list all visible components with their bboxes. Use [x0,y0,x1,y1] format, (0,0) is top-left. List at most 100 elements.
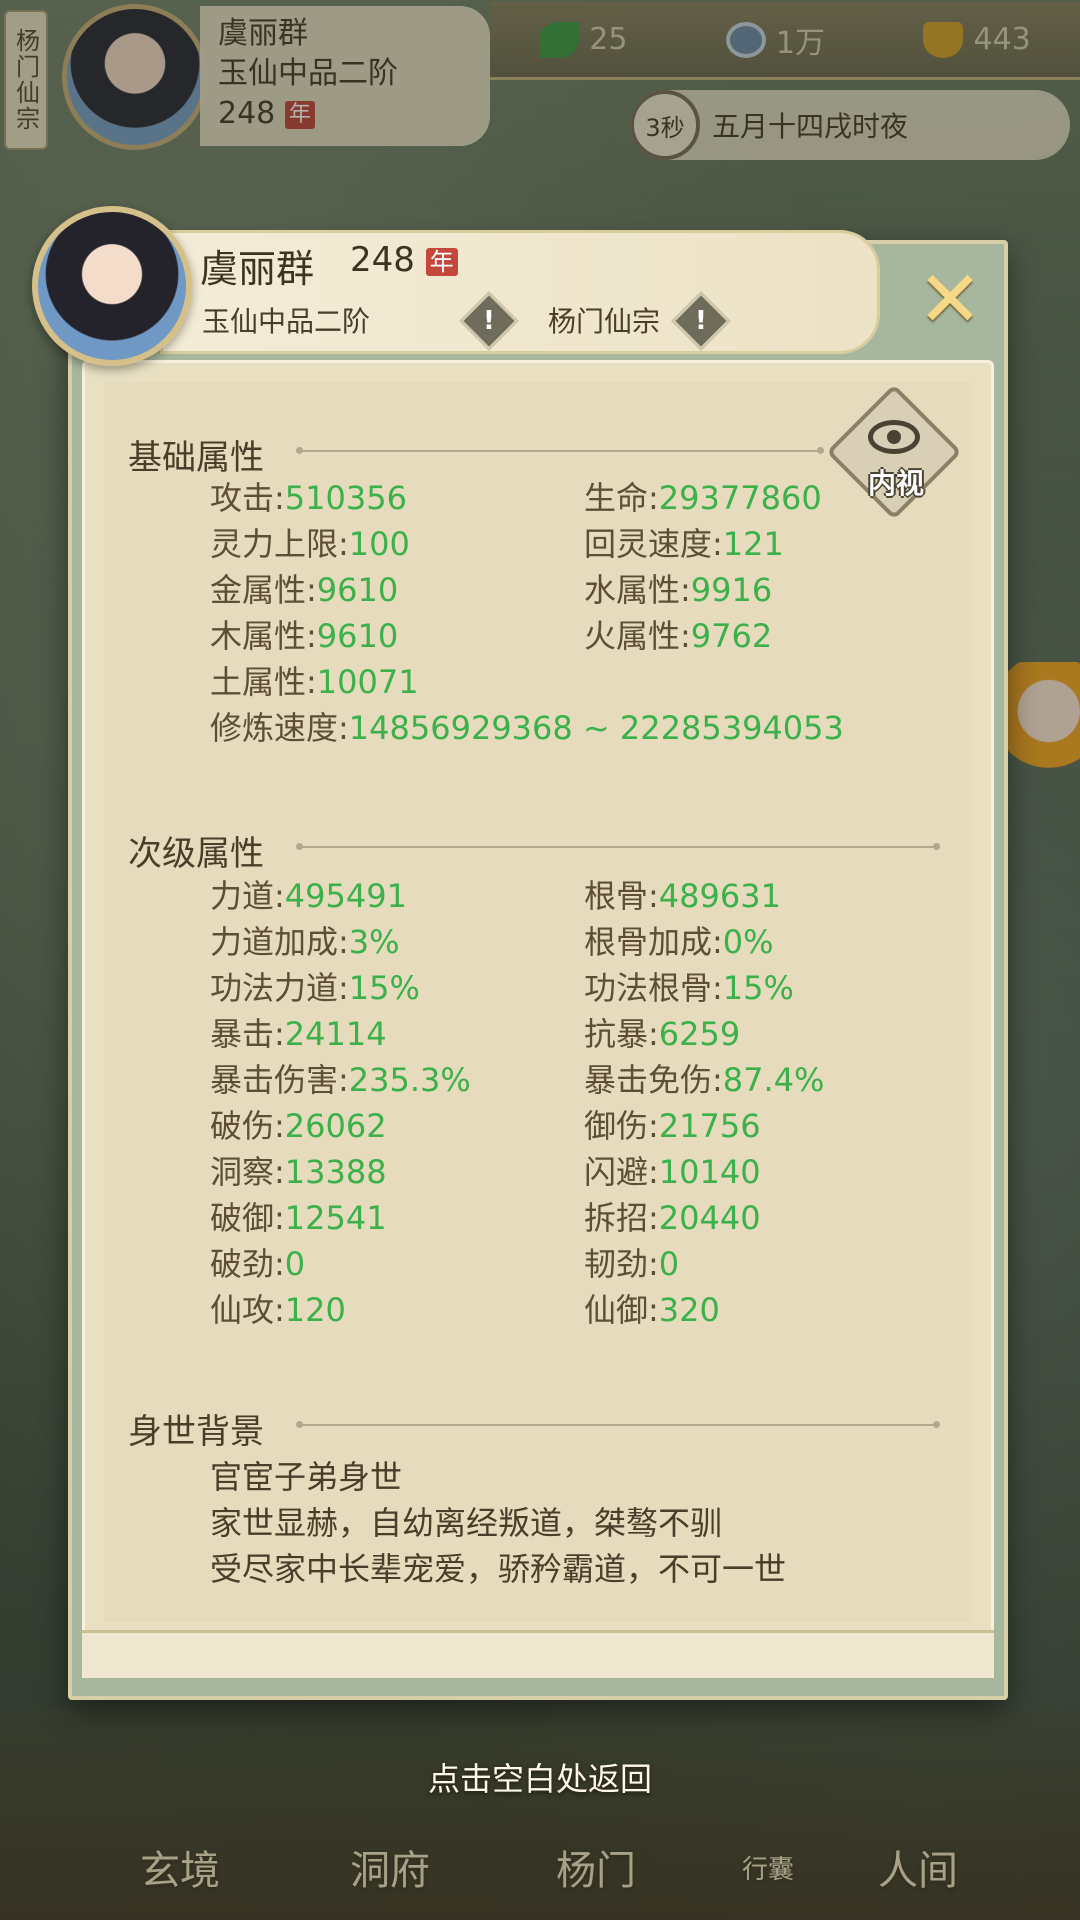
character-avatar [32,206,192,366]
secondary-attributes-title: 次级属性 [128,834,264,874]
stat-value: 489631 [658,877,781,915]
stat-label: 根骨加成: [584,923,723,961]
stat-value: 15% [722,969,794,1007]
stat-label: 洞察: [210,1153,285,1191]
stat-label: 功法力道: [210,969,349,1007]
section-divider [296,1421,940,1428]
inspect-label: 内视 [867,467,924,500]
stat-label: 生命: [584,479,659,517]
stat-label: 暴击伤害: [210,1061,349,1099]
stat-value: 21756 [658,1107,761,1145]
stat-label: 根骨: [584,877,659,915]
stat-strength-bonus: 力道加成:3% [210,922,400,962]
stat-value: 29377860 [658,479,822,517]
stat-attack: 攻击:510356 [210,478,407,518]
stat-value: 510356 [284,479,407,517]
stat-label: 韧劲: [584,1245,659,1283]
character-name: 虞丽群 [200,247,315,291]
stat-value: 15% [348,969,420,1007]
stat-water: 水属性:9916 [584,570,772,610]
stat-label: 火属性: [584,617,691,655]
stat-hp: 生命:29377860 [584,478,822,518]
stat-cultivation-speed: 修炼速度:14856929368 ~ 22285394053 [210,708,844,748]
stat-damage-guard: 御伤:21756 [584,1106,761,1146]
stat-strength: 力道:495491 [210,876,407,916]
stat-value: 12541 [284,1199,387,1237]
stat-value: 0% [722,923,774,961]
stat-label: 破御: [210,1199,285,1237]
stat-value: 0 [284,1245,306,1283]
stat-label: 木属性: [210,617,317,655]
tap-blank-to-return-hint: 点击空白处返回 [427,1760,652,1798]
stat-label: 金属性: [210,571,317,609]
stat-crit: 暴击:24114 [210,1014,387,1054]
exclamation-icon: ! [695,305,707,336]
stat-value: 0 [658,1245,680,1283]
stat-label: 力道: [210,877,285,915]
stat-value: 13388 [284,1153,387,1191]
stat-value: 10071 [316,663,419,701]
stat-value: 26062 [284,1107,387,1145]
panel-bottom-rail [82,1630,994,1678]
stat-value: 20440 [658,1199,761,1237]
stat-dodge: 闪避:10140 [584,1152,761,1192]
basic-attributes-title: 基础属性 [128,438,264,478]
stat-fire: 火属性:9762 [584,616,772,656]
stat-immortal-defense: 仙御:320 [584,1290,720,1330]
stat-wood: 木属性:9610 [210,616,398,656]
stat-crit-resist: 抗暴:6259 [584,1014,740,1054]
stat-value: 9762 [690,617,773,655]
stat-earth: 土属性:10071 [210,662,419,702]
stat-value: 9610 [316,571,399,609]
stat-spirit-max: 灵力上限:100 [210,524,410,564]
stat-crit-damage-reduction: 暴击免伤:87.4% [584,1060,824,1100]
background-line: 家世显赫，自幼离经叛道，桀骜不驯 [210,1504,723,1542]
stat-label: 力道加成: [210,923,349,961]
stat-value: 87.4% [722,1061,825,1099]
stat-break-defense: 破御:12541 [210,1198,387,1238]
stat-crit-damage: 暴击伤害:235.3% [210,1060,471,1100]
stat-value: 9610 [316,617,399,655]
stat-constitution: 根骨:489631 [584,876,781,916]
stat-label: 仙攻: [210,1291,285,1329]
stat-insight: 洞察:13388 [210,1152,387,1192]
eye-icon [868,420,920,454]
stat-metal: 金属性:9610 [210,570,398,610]
character-age: 248 年 [350,240,458,280]
character-sect: 杨门仙宗 [548,305,661,338]
stat-label: 土属性: [210,663,317,701]
stat-label: 暴击: [210,1015,285,1053]
stat-value: 320 [658,1291,720,1329]
close-icon: ✕ [917,255,983,345]
stat-value: 120 [284,1291,346,1329]
stat-value: 9916 [690,571,773,609]
stat-constitution-bonus: 根骨加成:0% [584,922,774,962]
stat-value: 24114 [284,1015,387,1053]
stat-spirit-regen: 回灵速度:121 [584,524,784,564]
stat-label: 回灵速度: [584,525,723,563]
background-story-title: 身世背景 [128,1412,264,1452]
stat-label: 破劲: [210,1245,285,1283]
stat-break-damage: 破伤:26062 [210,1106,387,1146]
stat-value: 495491 [284,877,407,915]
stat-label: 拆招: [584,1199,659,1237]
stat-label: 修炼速度: [210,709,349,747]
stat-label: 暴击免伤: [584,1061,723,1099]
exclamation-icon: ! [483,305,495,336]
stat-value: 100 [348,525,410,563]
close-button[interactable]: ✕ [912,255,988,345]
stat-label: 功法根骨: [584,969,723,1007]
stat-label: 御伤: [584,1107,659,1145]
stat-value: 14856929368 ~ 22285394053 [348,709,844,747]
stat-label: 闪避: [584,1153,659,1191]
character-age-value: 248 [350,240,415,280]
stat-value: 6259 [658,1015,741,1053]
stat-label: 破伤: [210,1107,285,1145]
stat-value: 121 [722,525,784,563]
stat-label: 水属性: [584,571,691,609]
stat-value: 235.3% [348,1061,471,1099]
stat-skill-constitution: 功法根骨:15% [584,968,794,1008]
background-line: 受尽家中长辈宠爱，骄矜霸道，不可一世 [210,1550,787,1588]
background-line: 官宦子弟身世 [210,1458,403,1496]
stat-label: 攻击: [210,479,285,517]
